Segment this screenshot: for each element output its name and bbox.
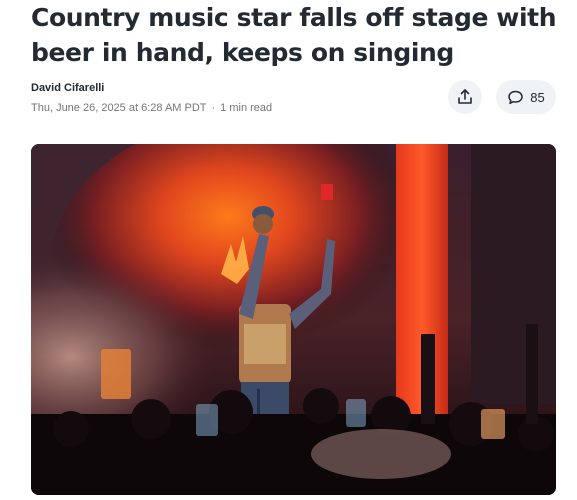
article-headline: Country music star falls off stage with …	[31, 3, 557, 67]
byline: David Cifarelli Thu, June 26, 2025 at 6:…	[31, 81, 272, 115]
meta-separator: ·	[211, 102, 216, 114]
author-name[interactable]: David Cifarelli	[31, 81, 272, 95]
comment-count: 85	[530, 89, 545, 105]
share-button[interactable]	[448, 80, 482, 114]
article-photo[interactable]	[31, 144, 556, 495]
concert-photo	[31, 144, 556, 495]
share-icon	[458, 89, 472, 104]
comments-button[interactable]: 85	[496, 80, 556, 114]
article-meta: Thu, June 26, 2025 at 6:28 AM PDT · 1 min …	[31, 101, 272, 115]
publish-date: Thu, June 26, 2025 at 6:28 AM PDT	[31, 102, 207, 114]
read-time: 1 min read	[220, 102, 273, 114]
comment-icon	[508, 90, 524, 104]
